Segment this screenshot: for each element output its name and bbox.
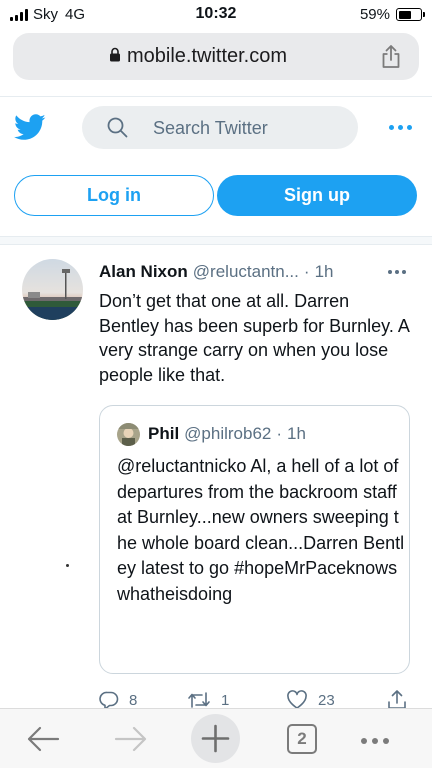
tweet-text: Don’t get that one at all. Darren Bentle… bbox=[99, 291, 409, 385]
author-handle[interactable]: @reluctantn... bbox=[193, 262, 299, 282]
reply-count: 8 bbox=[129, 691, 138, 709]
quoted-author-handle: @philrob62 bbox=[184, 424, 272, 443]
author-name[interactable]: Alan Nixon bbox=[99, 262, 188, 282]
retweet-icon bbox=[188, 692, 210, 708]
divider bbox=[0, 96, 432, 97]
quoted-author-avatar bbox=[117, 423, 140, 446]
reply-button[interactable]: 8 bbox=[99, 690, 137, 710]
status-bar: Sky 4G 10:32 59% bbox=[0, 0, 432, 30]
status-right: 59% bbox=[359, 6, 425, 23]
more-options-icon[interactable] bbox=[389, 125, 412, 130]
twitter-bird-icon[interactable] bbox=[14, 114, 46, 141]
forward-arrow-icon[interactable] bbox=[114, 725, 148, 753]
menu-icon[interactable] bbox=[361, 738, 389, 744]
share-icon[interactable] bbox=[381, 44, 401, 69]
share-tweet-button[interactable] bbox=[387, 690, 417, 710]
tweet-time[interactable]: 1h bbox=[315, 262, 334, 282]
plus-icon bbox=[201, 724, 230, 753]
lock-icon bbox=[109, 47, 120, 62]
heart-icon bbox=[287, 690, 307, 709]
new-tab-button[interactable] bbox=[191, 714, 240, 763]
separator: · bbox=[303, 262, 310, 281]
section-divider bbox=[0, 236, 432, 245]
battery-icon bbox=[396, 8, 425, 21]
tweet-actions: 8 1 23 bbox=[99, 690, 417, 710]
quoted-author-name: Phil bbox=[148, 424, 180, 443]
url-text: mobile.twitter.com bbox=[126, 45, 288, 67]
quoted-avatar-image bbox=[117, 423, 140, 446]
author-avatar[interactable] bbox=[22, 259, 83, 320]
retweet-count: 1 bbox=[221, 691, 230, 709]
quoted-tweet-time: 1h bbox=[287, 424, 306, 443]
like-button[interactable]: 23 bbox=[286, 690, 335, 710]
quoted-tweet[interactable]: Phil @philrob62 · 1h @reluctantnicko Al,… bbox=[99, 405, 410, 674]
share-icon bbox=[388, 690, 406, 709]
url-display[interactable]: mobile.twitter.com bbox=[13, 45, 383, 68]
browser-toolbar: 2 bbox=[0, 708, 432, 768]
search-input[interactable]: Search Twitter bbox=[82, 106, 358, 149]
stray-dot bbox=[66, 564, 69, 567]
quoted-tweet-header: Phil @philrob62 · 1h bbox=[148, 424, 306, 444]
tweet-more-icon[interactable] bbox=[388, 270, 406, 274]
battery-percent: 59% bbox=[359, 6, 390, 23]
address-bar[interactable]: mobile.twitter.com bbox=[13, 33, 419, 80]
retweet-button[interactable]: 1 bbox=[187, 690, 229, 710]
reply-icon bbox=[99, 691, 119, 710]
quoted-tweet-text: @reluctantnicko Al, a hell of a lot of d… bbox=[117, 456, 405, 604]
signup-button[interactable]: Sign up bbox=[217, 175, 417, 216]
separator: · bbox=[276, 424, 283, 443]
back-arrow-icon[interactable] bbox=[26, 725, 60, 753]
tabs-button[interactable]: 2 bbox=[287, 724, 317, 754]
tweet-header: Alan Nixon @reluctantn... · 1h bbox=[99, 262, 333, 282]
search-placeholder: Search Twitter bbox=[153, 118, 268, 138]
login-button[interactable]: Log in bbox=[14, 175, 214, 216]
search-icon bbox=[107, 117, 128, 138]
like-count: 23 bbox=[318, 691, 335, 709]
avatar-image bbox=[22, 259, 83, 320]
